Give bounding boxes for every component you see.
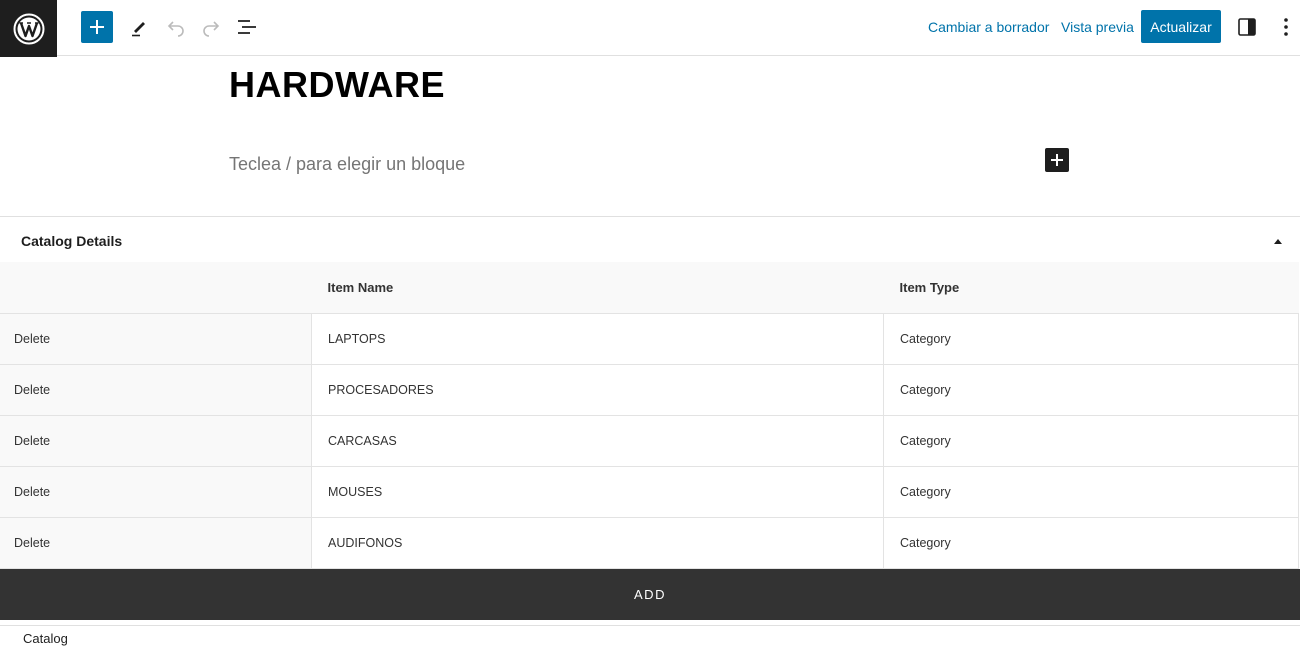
- update-button[interactable]: Actualizar: [1141, 10, 1221, 43]
- item-name-field[interactable]: MOUSES: [311, 466, 884, 518]
- block-breadcrumb[interactable]: Catalog: [23, 631, 68, 646]
- table-row: Delete LAPTOPS Category: [0, 313, 1299, 365]
- options-button[interactable]: [1277, 13, 1295, 41]
- redo-icon: [203, 21, 220, 37]
- item-name-field[interactable]: AUDIFONOS: [311, 517, 884, 569]
- inline-inserter-button[interactable]: [1045, 148, 1069, 172]
- delete-button[interactable]: Delete: [0, 517, 312, 569]
- table-row: Delete MOUSES Category: [0, 466, 1299, 518]
- metabox-collapse-toggle[interactable]: [1270, 233, 1286, 249]
- column-header-actions: [0, 262, 312, 314]
- catalog-details-metabox: Catalog Details Item Name Item Type Dele…: [0, 216, 1300, 620]
- more-vertical-icon: [1284, 18, 1288, 36]
- catalog-table: Item Name Item Type Delete LAPTOPS Categ…: [0, 262, 1299, 569]
- undo-button[interactable]: [162, 11, 190, 43]
- sidebar-toggle-icon: [1238, 18, 1256, 36]
- plus-icon: [90, 20, 104, 34]
- undo-icon: [167, 21, 184, 37]
- preview-button[interactable]: Vista previa: [1061, 19, 1134, 35]
- column-header-item-type: Item Type: [883, 262, 1299, 314]
- block-placeholder[interactable]: Teclea / para elegir un bloque: [229, 154, 465, 175]
- item-type-field[interactable]: Category: [883, 364, 1299, 416]
- settings-button[interactable]: [1234, 13, 1260, 41]
- editor-footer: Catalog: [0, 625, 1300, 649]
- wordpress-logo-button[interactable]: [0, 0, 57, 57]
- redo-button[interactable]: [197, 11, 225, 43]
- delete-button[interactable]: Delete: [0, 364, 312, 416]
- delete-button[interactable]: Delete: [0, 313, 312, 365]
- tools-button[interactable]: [125, 11, 153, 43]
- delete-button[interactable]: Delete: [0, 415, 312, 467]
- plus-icon: [1051, 154, 1063, 166]
- pencil-icon: [132, 22, 145, 37]
- item-name-field[interactable]: PROCESADORES: [311, 364, 884, 416]
- item-name-field[interactable]: LAPTOPS: [311, 313, 884, 365]
- item-type-field[interactable]: Category: [883, 415, 1299, 467]
- column-header-item-name: Item Name: [311, 262, 884, 314]
- item-name-field[interactable]: CARCASAS: [311, 415, 884, 467]
- table-row: Delete PROCESADORES Category: [0, 364, 1299, 416]
- switch-to-draft-button[interactable]: Cambiar a borrador: [928, 19, 1049, 35]
- table-row: Delete CARCASAS Category: [0, 415, 1299, 467]
- table-header-row: Item Name Item Type: [0, 262, 1299, 314]
- list-view-icon: [238, 20, 256, 34]
- add-block-button[interactable]: [81, 11, 113, 43]
- item-type-field[interactable]: Category: [883, 466, 1299, 518]
- wordpress-logo-icon: [13, 13, 44, 44]
- item-type-field[interactable]: Category: [883, 517, 1299, 569]
- delete-button[interactable]: Delete: [0, 466, 312, 518]
- item-type-field[interactable]: Category: [883, 313, 1299, 365]
- caret-up-icon: [1274, 239, 1282, 244]
- add-row-button[interactable]: ADD: [0, 569, 1300, 620]
- list-view-button[interactable]: [233, 11, 261, 43]
- post-title[interactable]: HARDWARE: [229, 64, 445, 106]
- metabox-title[interactable]: Catalog Details: [21, 233, 122, 249]
- editor-header: Cambiar a borrador Vista previa Actualiz…: [0, 0, 1300, 57]
- table-row: Delete AUDIFONOS Category: [0, 517, 1299, 569]
